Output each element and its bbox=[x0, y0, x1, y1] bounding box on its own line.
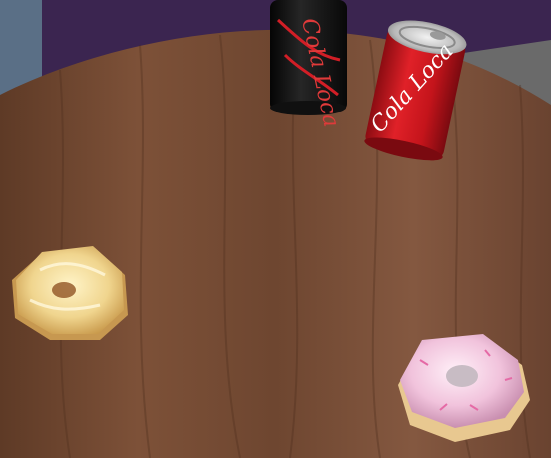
game-viewport[interactable]: Cola Loca Cola Loca bbox=[0, 0, 551, 458]
soda-can-black[interactable]: Cola Loca bbox=[270, 0, 347, 129]
